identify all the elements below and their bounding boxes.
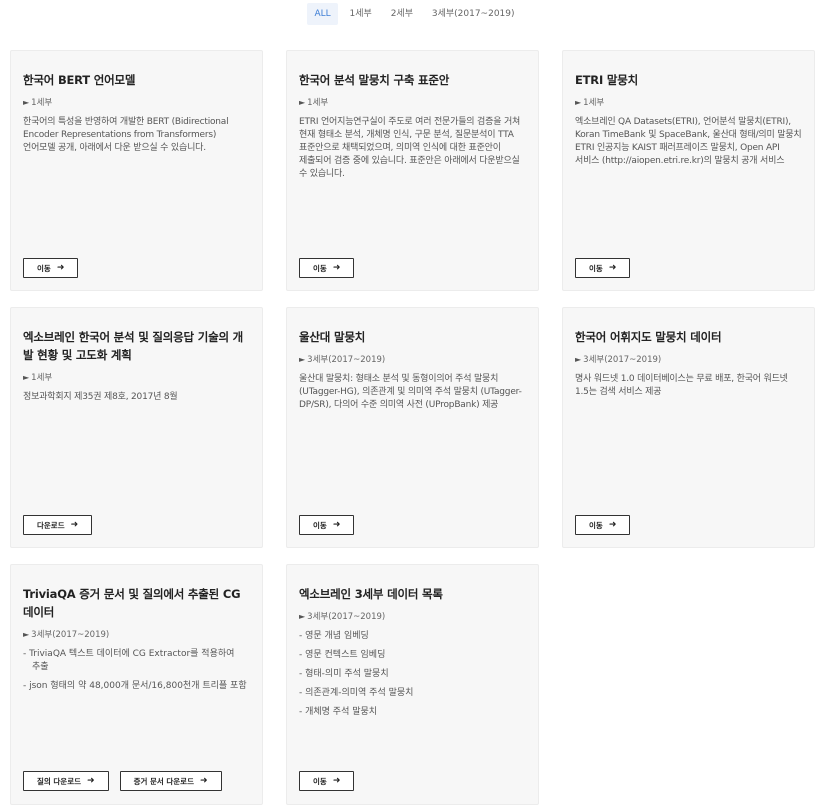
tag-icon: ► (23, 630, 30, 639)
card-tag-label: 3세부(2017~2019) (31, 630, 110, 640)
tag-icon: ► (299, 355, 306, 364)
list-item: 영문 컨텍스트 임베딩 (299, 649, 526, 662)
list-item: 형태-의미 주석 말뭉치 (299, 668, 526, 681)
list-item: 의존관계-의미역 주석 말뭉치 (299, 687, 526, 700)
list-item: 개체명 주석 말뭉치 (299, 706, 526, 719)
go-button[interactable]: 이동 ➜ (575, 515, 631, 535)
card-tag: ► 3세부(2017~2019) (299, 354, 526, 366)
go-button-label: 이동 (589, 263, 603, 273)
go-button-label: 이동 (589, 520, 603, 530)
list-item: 영문 개념 임베딩 (299, 630, 526, 643)
resource-card-annotation-standard: 한국어 분석 말뭉치 구축 표준안 ► 1세부 ETRI 언어지능연구실이 주도… (286, 50, 539, 291)
card-tag: ► 1세부 (23, 97, 250, 109)
card-tag-label: 3세부(2017~2019) (307, 612, 386, 622)
card-description: 정보과학회지 제35권 제8호, 2017년 8월 (23, 392, 178, 402)
card-tag-label: 1세부 (31, 373, 53, 383)
resource-card-triviaqa-cg: TriviaQA 증거 문서 및 질의에서 추출된 CG 데이터 ► 3세부(2… (10, 564, 263, 805)
filter-tab-part2[interactable]: 2세부 (384, 3, 420, 25)
card-tag-label: 1세부 (307, 98, 329, 108)
resource-card-ulsan-corpus: 울산대 말뭉치 ► 3세부(2017~2019) 울산대 말뭉치: 형태소 분석… (286, 307, 539, 548)
download-button[interactable]: 다운로드 ➜ (23, 515, 93, 535)
list-item: json 형태의 약 48,000개 문서/16,800천개 트리플 포함 (23, 680, 250, 693)
card-buttons: 질의 다운로드 ➜ 증거 문서 다운로드 ➜ (23, 771, 222, 791)
arrow-right-icon: ➜ (87, 775, 95, 786)
tag-icon: ► (299, 612, 306, 621)
arrow-right-icon: ➜ (56, 262, 65, 273)
card-tag: ► 1세부 (575, 97, 802, 109)
query-download-button[interactable]: 질의 다운로드 ➜ (23, 771, 109, 791)
card-buttons: 이동 ➜ (575, 515, 631, 535)
card-tag-label: 1세부 (583, 98, 605, 108)
evidence-download-button-label: 증거 문서 다운로드 (133, 776, 194, 786)
query-download-button-label: 질의 다운로드 (37, 776, 82, 786)
card-description: 명사 워드넷 1.0 데이터베이스는 무료 배포, 한국어 워드넷 1.5는 검… (575, 374, 788, 397)
card-buttons: 이동 ➜ (299, 515, 355, 535)
list-item: TriviaQA 텍스트 데이터에 CG Extractor를 적용하여 추출 (23, 648, 250, 674)
arrow-right-icon: ➜ (332, 775, 341, 786)
card-title: 울산대 말뭉치 (299, 330, 366, 344)
card-buttons: 이동 ➜ (299, 258, 355, 278)
card-title: ETRI 말뭉치 (575, 73, 638, 87)
arrow-right-icon: ➜ (608, 519, 617, 530)
card-tag: ► 3세부(2017~2019) (23, 629, 250, 641)
evidence-download-button[interactable]: 증거 문서 다운로드 ➜ (119, 771, 222, 791)
arrow-right-icon: ➜ (199, 775, 208, 786)
go-button[interactable]: 이동 ➜ (299, 258, 355, 278)
go-button[interactable]: 이동 ➜ (299, 771, 355, 791)
card-title: 한국어 어휘지도 말뭉치 데이터 (575, 330, 722, 344)
filter-tab-part1[interactable]: 1세부 (343, 3, 379, 25)
card-buttons: 이동 ➜ (23, 258, 79, 278)
card-tag: ► 1세부 (299, 97, 526, 109)
arrow-right-icon: ➜ (608, 262, 617, 273)
filter-tabs: ALL 1세부 2세부 3세부(2017~2019) (0, 3, 829, 25)
resource-card-etri-corpus: ETRI 말뭉치 ► 1세부 엑소브레인 QA Datasets(ETRI), … (562, 50, 815, 291)
card-description: ETRI 언어지능연구실이 주도로 여러 전문가들의 검증을 거쳐 현재 형태소… (299, 117, 521, 179)
resource-card-lexical-map: 한국어 어휘지도 말뭉치 데이터 ► 3세부(2017~2019) 명사 워드넷… (562, 307, 815, 548)
card-title: 엑소브레인 3세부 데이터 목록 (299, 587, 443, 601)
go-button-label: 이동 (313, 520, 327, 530)
go-button-label: 이동 (313, 776, 327, 786)
go-button-label: 이동 (37, 263, 51, 273)
card-title: TriviaQA 증거 문서 및 질의에서 추출된 CG 데이터 (23, 587, 241, 619)
card-buttons: 다운로드 ➜ (23, 515, 93, 535)
tag-icon: ► (23, 98, 30, 107)
go-button[interactable]: 이동 ➜ (299, 515, 355, 535)
card-list: TriviaQA 텍스트 데이터에 CG Extractor를 적용하여 추출 … (23, 648, 250, 693)
tag-icon: ► (575, 98, 582, 107)
card-list: 영문 개념 임베딩 영문 컨텍스트 임베딩 형태-의미 주석 말뭉치 의존관계-… (299, 630, 526, 719)
arrow-right-icon: ➜ (332, 519, 341, 530)
card-description: 엑소브레인 QA Datasets(ETRI), 언어분석 말뭉치(ETRI),… (575, 117, 802, 166)
resource-card-exobrain-paper: 엑소브레인 한국어 분석 및 질의응답 기술의 개발 현황 및 고도화 계획 ►… (10, 307, 263, 548)
card-title: 엑소브레인 한국어 분석 및 질의응답 기술의 개발 현황 및 고도화 계획 (23, 330, 244, 362)
card-tag-label: 3세부(2017~2019) (583, 355, 662, 365)
filter-tab-part3[interactable]: 3세부(2017~2019) (425, 3, 522, 25)
resource-card-exobrain-data-list: 엑소브레인 3세부 데이터 목록 ► 3세부(2017~2019) 영문 개념 … (286, 564, 539, 805)
card-description: 울산대 말뭉치: 형태소 분석 및 동형이의어 주석 말뭉치 (UTagger-… (299, 374, 522, 410)
download-button-label: 다운로드 (37, 520, 65, 530)
card-tag: ► 3세부(2017~2019) (575, 354, 802, 366)
arrow-right-icon: ➜ (70, 519, 79, 530)
arrow-right-icon: ➜ (332, 262, 341, 273)
go-button[interactable]: 이동 ➜ (23, 258, 79, 278)
resource-card-bert: 한국어 BERT 언어모델 ► 1세부 한국어의 특성을 반영하여 개발한 BE… (10, 50, 263, 291)
card-tag-label: 3세부(2017~2019) (307, 355, 386, 365)
filter-tab-all[interactable]: ALL (307, 3, 338, 25)
go-button-label: 이동 (313, 263, 327, 273)
card-buttons: 이동 ➜ (575, 258, 631, 278)
tag-icon: ► (299, 98, 306, 107)
card-buttons: 이동 ➜ (299, 771, 355, 791)
card-description: 한국어의 특성을 반영하여 개발한 BERT (Bidirectional En… (23, 117, 229, 153)
card-tag: ► 1세부 (23, 372, 250, 384)
tag-icon: ► (575, 355, 582, 364)
tag-icon: ► (23, 373, 30, 382)
card-title: 한국어 BERT 언어모델 (23, 73, 136, 87)
card-tag: ► 3세부(2017~2019) (299, 611, 526, 623)
card-tag-label: 1세부 (31, 98, 53, 108)
go-button[interactable]: 이동 ➜ (575, 258, 631, 278)
card-title: 한국어 분석 말뭉치 구축 표준안 (299, 73, 450, 87)
